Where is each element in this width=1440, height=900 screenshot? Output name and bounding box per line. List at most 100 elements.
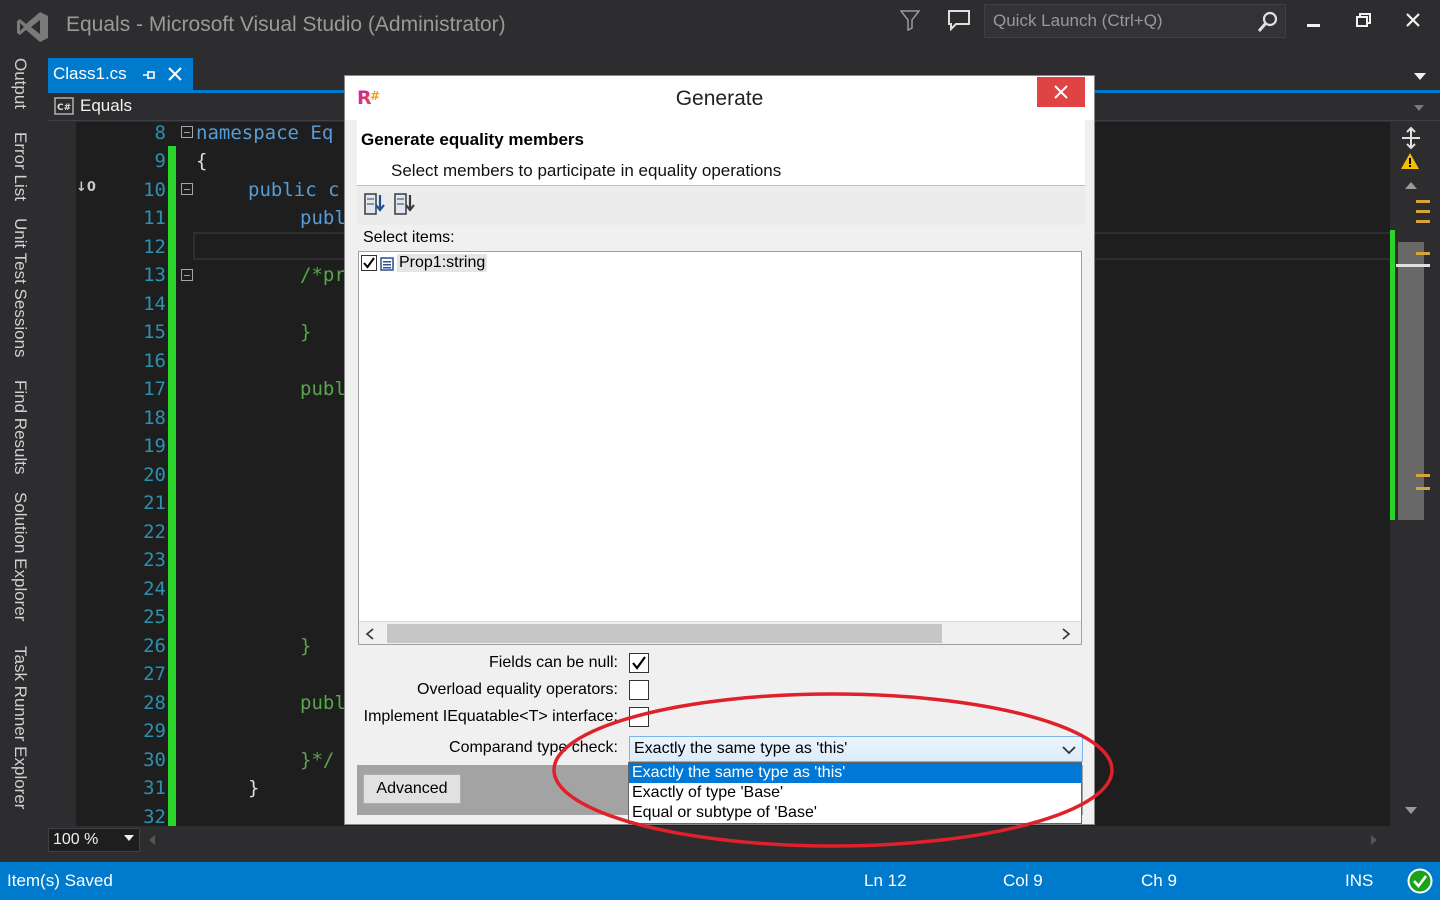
zoom-value: 100 %: [53, 831, 99, 848]
quick-launch-box[interactable]: [984, 4, 1286, 38]
members-list[interactable]: Prop1:string: [358, 251, 1082, 645]
glyph-margin: [48, 122, 76, 826]
line-number: 10: [143, 179, 166, 201]
line-number: 29: [143, 720, 166, 742]
line-number: 8: [154, 122, 166, 144]
chevron-down-icon[interactable]: [1062, 745, 1076, 755]
status-char: Ch 9: [1141, 871, 1177, 890]
marker-warning[interactable]: [1416, 474, 1430, 477]
comparand-type-select[interactable]: Exactly the same type as 'this': [629, 736, 1083, 762]
minimize-button[interactable]: [1298, 8, 1328, 34]
scroll-right-arrow-icon[interactable]: [1370, 834, 1378, 846]
line-number: 17: [143, 378, 166, 400]
marker-warning[interactable]: [1416, 200, 1430, 203]
scroll-down-arrow-icon[interactable]: [1404, 806, 1418, 816]
project-dropdown[interactable]: Equals: [80, 96, 132, 116]
status-line: Ln 12: [864, 871, 907, 890]
code-lens-indicator: ↓0: [76, 180, 96, 195]
split-window-icon[interactable]: [1400, 126, 1422, 150]
line-number: 28: [143, 692, 166, 714]
dialog-heading: Generate equality members: [361, 130, 584, 149]
zoom-bar: 100 %: [48, 826, 1440, 854]
tool-tab-solution-explorer[interactable]: Solution Explorer: [10, 492, 30, 621]
tool-tab-error-list[interactable]: Error List: [10, 132, 30, 201]
checkmark-icon: [632, 656, 646, 670]
scroll-left-arrow-icon[interactable]: [365, 628, 375, 640]
tool-tab-output[interactable]: Output: [10, 58, 30, 109]
zoom-dropdown-chevron-icon[interactable]: [124, 835, 134, 841]
tool-window-strip: Output Error List Unit Test Sessions Fin…: [0, 52, 48, 860]
search-icon[interactable]: [1257, 11, 1279, 33]
line-number: 24: [143, 578, 166, 600]
scroll-left-arrow-icon[interactable]: [148, 834, 156, 846]
tool-tab-find-results[interactable]: Find Results: [10, 380, 30, 474]
scroll-right-arrow-icon[interactable]: [1061, 628, 1071, 640]
line-number: 18: [143, 407, 166, 429]
advanced-button[interactable]: Advanced: [363, 774, 461, 804]
status-insert-mode[interactable]: INS: [1345, 871, 1373, 891]
code-line-11: publ: [300, 207, 346, 229]
tool-tab-task-runner-explorer[interactable]: Task Runner Explorer: [10, 646, 30, 809]
select-none-icon[interactable]: [393, 191, 417, 217]
marker-warning[interactable]: [1416, 210, 1430, 213]
marker-warning[interactable]: [1416, 220, 1430, 223]
comparand-dropdown-list: Exactly the same type as 'this' Exactly …: [628, 762, 1082, 824]
feedback-icon[interactable]: [946, 8, 972, 32]
dialog-close-button[interactable]: [1037, 77, 1085, 107]
scrollbar-thumb[interactable]: [1398, 242, 1424, 520]
filter-icon[interactable]: [900, 9, 920, 31]
dropdown-option[interactable]: Exactly the same type as 'this': [629, 763, 1081, 783]
change-tracking-bar: [168, 146, 176, 826]
quick-launch-input[interactable]: [985, 5, 1255, 37]
line-number: 23: [143, 549, 166, 571]
dialog-title-bar: R # Generate: [345, 76, 1094, 120]
line-number: 16: [143, 350, 166, 372]
status-column: Col 9: [1003, 871, 1043, 890]
fold-toggle[interactable]: [181, 269, 193, 281]
csharp-project-icon: C#: [54, 97, 74, 115]
iequatable-checkbox[interactable]: [629, 707, 649, 727]
dropdown-option[interactable]: Equal or subtype of 'Base': [629, 803, 1081, 823]
code-line-30: }*/: [300, 749, 335, 771]
select-all-icon[interactable]: [363, 191, 387, 217]
scrollbar-thumb[interactable]: [387, 624, 942, 643]
tool-tab-unit-test-sessions[interactable]: Unit Test Sessions: [10, 218, 30, 358]
fold-toggle[interactable]: [181, 183, 193, 195]
scroll-up-arrow-icon[interactable]: [1404, 180, 1418, 190]
code-line-17: publ: [300, 378, 346, 400]
close-window-button[interactable]: [1398, 8, 1428, 34]
marker-warning[interactable]: [1416, 487, 1430, 490]
code-line-28: publ: [300, 692, 346, 714]
line-number: 25: [143, 606, 166, 628]
member-checkbox[interactable]: [361, 255, 377, 271]
tab-overflow-chevron-icon[interactable]: [1412, 70, 1428, 82]
checkmark-ok-icon[interactable]: [1406, 867, 1434, 895]
overload-operators-checkbox[interactable]: [629, 680, 649, 700]
dropdown-option[interactable]: Exactly of type 'Base': [629, 783, 1081, 803]
list-horizontal-scrollbar[interactable]: [359, 621, 1081, 644]
line-number: 30: [143, 749, 166, 771]
status-message: Item(s) Saved: [7, 871, 113, 890]
code-line-8: namespace Eq: [196, 122, 334, 144]
line-number: 22: [143, 521, 166, 543]
pin-icon[interactable]: [141, 67, 157, 83]
code-line-13: /*pr: [300, 264, 346, 286]
warning-icon[interactable]: [1400, 152, 1420, 170]
status-bar: Item(s) Saved Ln 12 Col 9 Ch 9 INS: [0, 862, 1440, 900]
line-number: 32: [143, 806, 166, 826]
visual-studio-logo-icon: [17, 12, 48, 42]
fields-null-checkbox[interactable]: [629, 653, 649, 673]
fold-toggle[interactable]: [181, 126, 193, 138]
window-title: Equals - Microsoft Visual Studio (Admini…: [66, 13, 506, 36]
iequatable-label: Implement IEquatable<T> interface:: [363, 708, 618, 725]
comparand-type-check-label: Comparand type check:: [449, 739, 618, 756]
line-number: 26: [143, 635, 166, 657]
vertical-scrollbar[interactable]: [1390, 122, 1440, 826]
member-label[interactable]: Prop1:string: [397, 254, 488, 272]
restore-button[interactable]: [1348, 8, 1378, 34]
change-marker: [1390, 230, 1395, 520]
member-dropdown-chevron-icon[interactable]: [1412, 103, 1426, 113]
close-tab-icon[interactable]: [166, 65, 184, 83]
marker-warning[interactable]: [1416, 252, 1430, 255]
document-tab[interactable]: Class1.cs: [48, 58, 193, 90]
